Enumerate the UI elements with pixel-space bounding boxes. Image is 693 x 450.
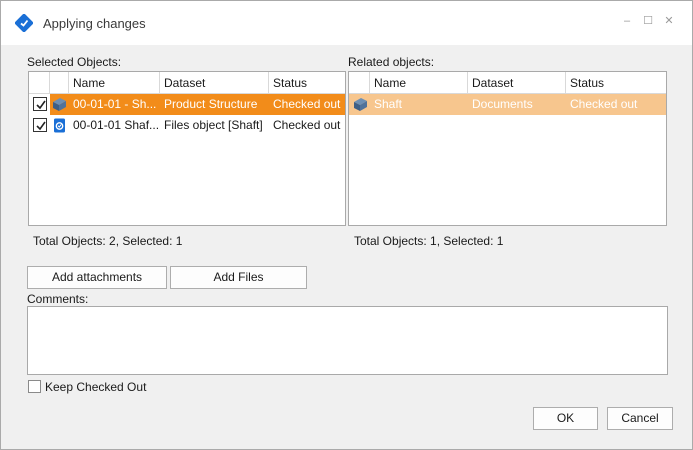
selected-objects-label: Selected Objects:: [27, 55, 122, 69]
close-button[interactable]: ✕: [661, 13, 677, 29]
row-status: Checked out: [273, 118, 341, 132]
files-object-icon: [51, 117, 68, 134]
ok-button[interactable]: OK: [533, 407, 598, 430]
comments-field[interactable]: [27, 306, 668, 375]
related-objects-summary: Total Objects: 1, Selected: 1: [354, 234, 504, 248]
row-name: 00-01-01 Shaf...: [73, 118, 160, 132]
table-row[interactable]: 00-01-01 - Sh... Product Structure Check…: [29, 94, 345, 115]
shaft-icon: [352, 96, 369, 113]
row-dataset: Product Structure: [164, 97, 258, 111]
table-row[interactable]: Shaft Documents Checked out: [349, 94, 666, 115]
cancel-button[interactable]: Cancel: [607, 407, 673, 430]
related-objects-grid[interactable]: Name Dataset Status Shaft Documents Chec…: [348, 71, 667, 226]
window-title: Applying changes: [43, 16, 146, 31]
comments-label: Comments:: [27, 292, 89, 306]
table-row[interactable]: 00-01-01 Shaf... Files object [Shaft] Ch…: [29, 115, 345, 136]
maximize-button[interactable]: ☐: [640, 13, 656, 29]
dataset-column-header[interactable]: Dataset: [468, 72, 566, 94]
selected-objects-grid[interactable]: Name Dataset Status 00-01-01 - Sh... Pro…: [28, 71, 346, 226]
related-objects-header: Name Dataset Status: [349, 72, 666, 94]
app-logo-icon: [14, 13, 34, 33]
keep-checked-out-label: Keep Checked Out: [45, 380, 147, 394]
row-name: Shaft: [374, 97, 403, 111]
minimize-button[interactable]: –: [619, 13, 635, 29]
title-bar: Applying changes – ☐ ✕: [1, 1, 692, 45]
checkbox-column-header[interactable]: [29, 72, 50, 94]
row-checkbox[interactable]: [33, 118, 47, 132]
applying-changes-dialog: Applying changes – ☐ ✕ Selected Objects:…: [0, 0, 693, 450]
row-dataset: Documents: [472, 97, 533, 111]
icon-column-header[interactable]: [50, 72, 69, 94]
keep-checked-out-checkbox[interactable]: [28, 380, 41, 393]
selected-objects-header: Name Dataset Status: [29, 72, 345, 94]
status-column-header[interactable]: Status: [566, 72, 666, 94]
row-name: 00-01-01 - Sh...: [73, 97, 157, 111]
row-status: Checked out: [570, 97, 638, 111]
row-status: Checked out: [273, 97, 341, 111]
row-dataset: Files object [Shaft]: [164, 118, 263, 132]
add-files-button[interactable]: Add Files: [170, 266, 307, 289]
dataset-column-header[interactable]: Dataset: [160, 72, 269, 94]
selected-objects-summary: Total Objects: 2, Selected: 1: [33, 234, 183, 248]
add-attachments-button[interactable]: Add attachments: [27, 266, 167, 289]
icon-column-header[interactable]: [349, 72, 370, 94]
name-column-header[interactable]: Name: [370, 72, 468, 94]
product-structure-icon: [51, 96, 68, 113]
row-checkbox[interactable]: [33, 97, 47, 111]
name-column-header[interactable]: Name: [69, 72, 160, 94]
status-column-header[interactable]: Status: [269, 72, 345, 94]
related-objects-label: Related objects:: [348, 55, 435, 69]
